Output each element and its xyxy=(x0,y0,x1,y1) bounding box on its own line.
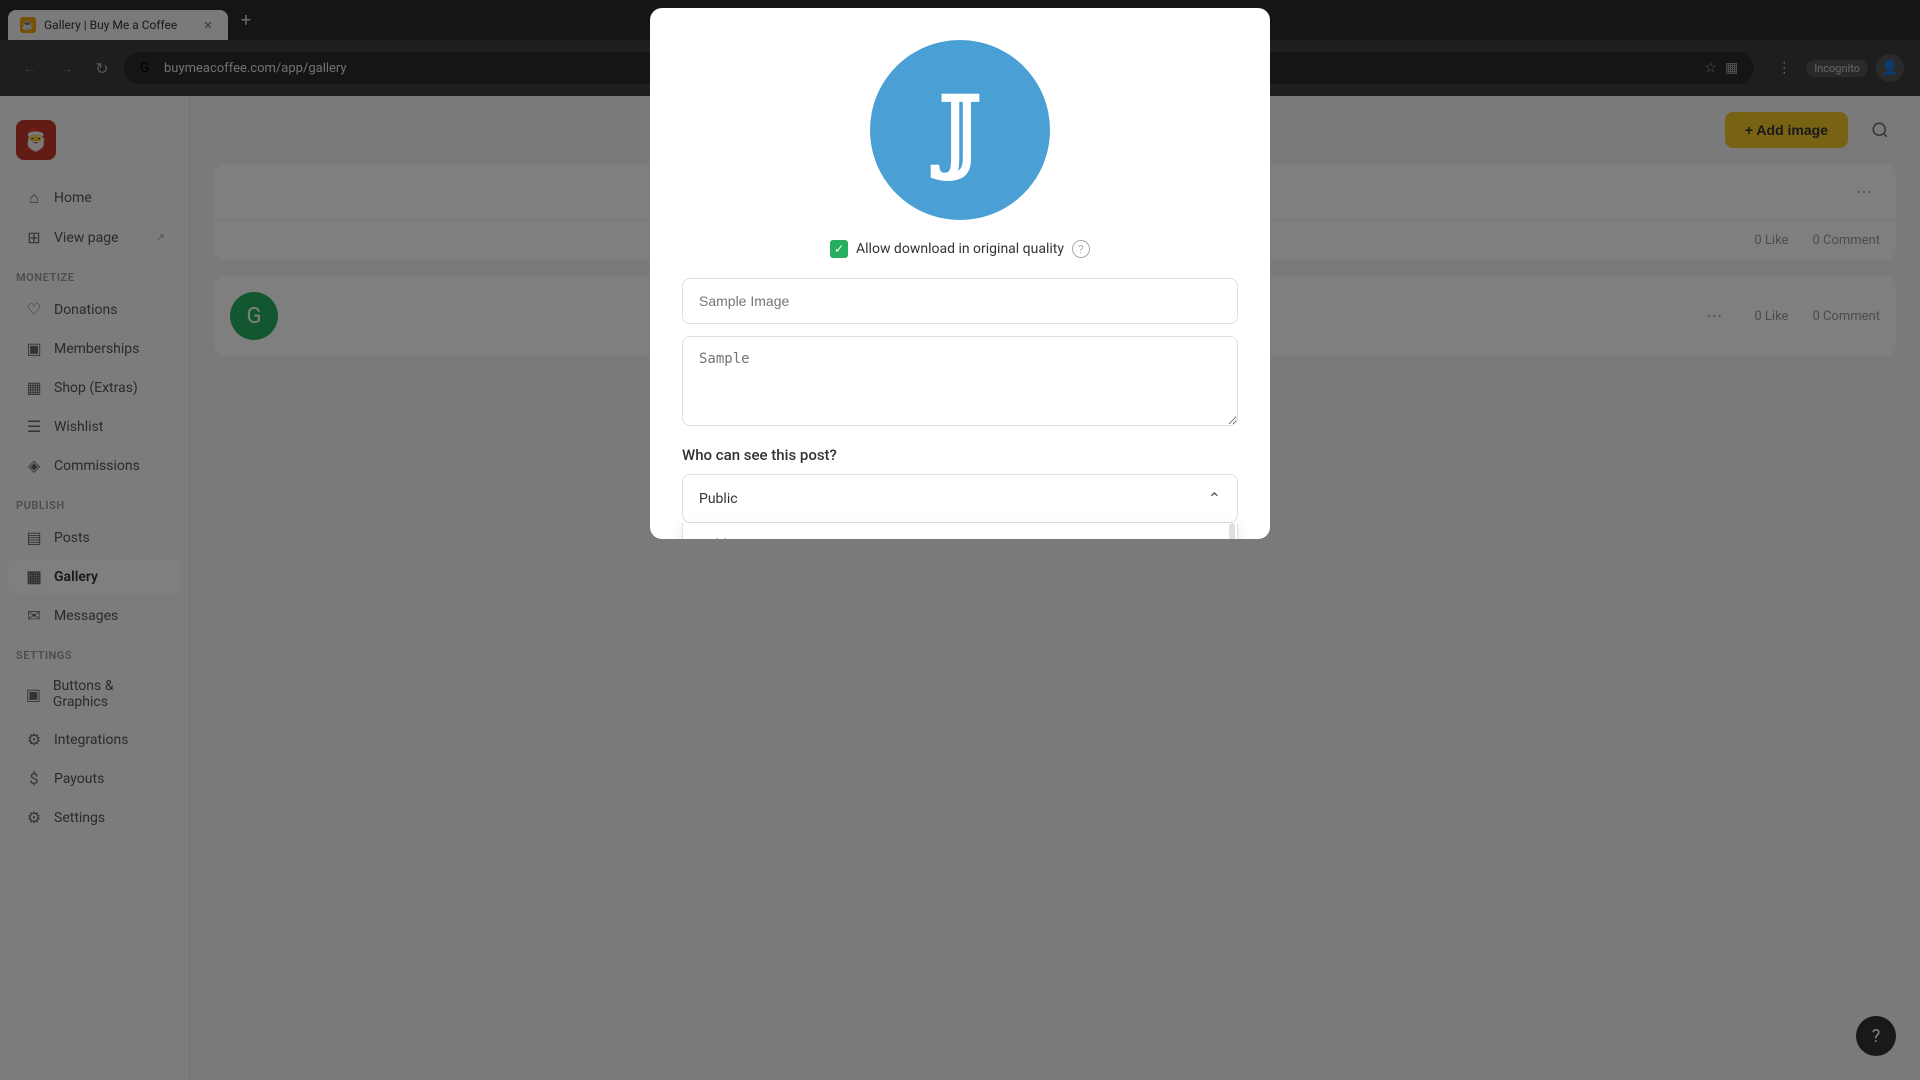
chevron-up-icon: ⌃ xyxy=(1208,489,1221,508)
visibility-dropdown: Public ⌃ Public Supporters only Members … xyxy=(682,474,1238,523)
dropdown-option-public[interactable]: Public xyxy=(683,523,1237,539)
allow-download-checkbox[interactable]: ✓ xyxy=(830,240,848,258)
modal-avatar-letter: 𝕁 xyxy=(939,78,982,183)
visibility-selected-value: Public xyxy=(699,491,738,507)
allow-download-row: ✓ Allow download in original quality ? xyxy=(830,240,1090,258)
modal-avatar: 𝕁 xyxy=(870,40,1050,220)
image-description-textarea[interactable] xyxy=(682,336,1238,426)
modal-image-area: 𝕁 ✓ Allow download in original quality ? xyxy=(682,40,1238,258)
dropdown-scrollbar xyxy=(1229,523,1235,539)
who-can-see-label: Who can see this post? xyxy=(682,446,1238,464)
modal-overlay[interactable]: 𝕁 ✓ Allow download in original quality ?… xyxy=(0,0,1920,1080)
allow-download-help-icon[interactable]: ? xyxy=(1072,240,1090,258)
allow-download-label: Allow download in original quality xyxy=(856,241,1064,257)
visibility-dropdown-selected[interactable]: Public ⌃ xyxy=(682,474,1238,523)
modal: 𝕁 ✓ Allow download in original quality ?… xyxy=(650,8,1270,539)
visibility-dropdown-menu: Public Supporters only Members only xyxy=(682,523,1238,539)
image-name-input[interactable] xyxy=(682,278,1238,324)
